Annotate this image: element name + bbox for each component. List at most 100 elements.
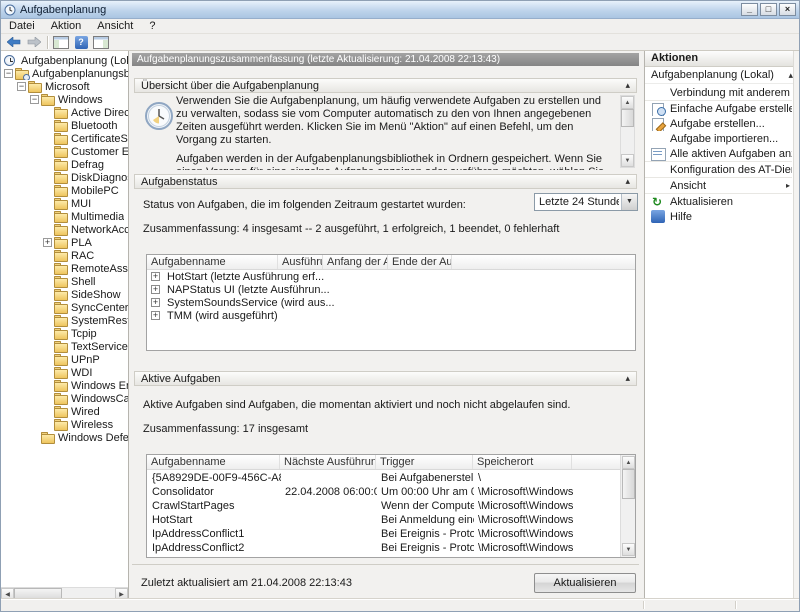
active-tasks-scrollbar[interactable]: ▲ ▼: [620, 455, 635, 557]
actions-group-header[interactable]: Aufgabenplanung (Lokal) ▴: [645, 67, 800, 84]
tree-item[interactable]: −Windows: [1, 93, 128, 106]
task-status-row[interactable]: +HotStart (letzte Ausführung erf...: [147, 270, 635, 283]
task-status-row[interactable]: +NAPStatus UI (letzte Ausführun...: [147, 283, 635, 296]
active-task-row[interactable]: CrawlStartPagesWenn der Computer ina...\…: [148, 499, 619, 513]
refresh-button[interactable]: Aktualisieren: [534, 573, 636, 593]
toolbar-help-button[interactable]: ?: [71, 35, 91, 50]
task-status-section-header[interactable]: Aufgabenstatus ▴: [134, 174, 637, 189]
period-dropdown[interactable]: Letzte 24 Stunden ▼: [534, 193, 638, 211]
active-task-row[interactable]: LPRemoveBei Leerlauf - Trigger ...\Micro…: [148, 555, 619, 556]
folder-icon: [54, 198, 68, 210]
tree-item[interactable]: Multimedia: [1, 210, 128, 223]
plus-expander-icon[interactable]: +: [43, 238, 52, 247]
minus-expander-icon[interactable]: −: [17, 82, 26, 91]
tree-item[interactable]: RemoteAssista: [1, 262, 128, 275]
action-pane-toggle-button[interactable]: [91, 35, 111, 50]
active-task-row[interactable]: HotStartBei Anmeldung eines Be...\Micros…: [148, 513, 619, 527]
tree-item[interactable]: Customer Expe: [1, 145, 128, 158]
overview-section-header[interactable]: Übersicht über die Aufgabenplanung ▴: [134, 78, 637, 93]
expand-row-icon[interactable]: +: [151, 311, 160, 320]
menu-datei[interactable]: Datei: [1, 19, 43, 34]
action-item[interactable]: Aufgabe importieren...: [645, 131, 792, 146]
tree-item[interactable]: Active Director: [1, 106, 128, 119]
action-item[interactable]: Verbindung mit anderem Comp...: [645, 85, 792, 101]
tree-item[interactable]: Windows Error: [1, 379, 128, 392]
action-item[interactable]: Aufgabe erstellen...: [645, 116, 792, 131]
tree-item[interactable]: RAC: [1, 249, 128, 262]
close-button[interactable]: ×: [779, 3, 796, 16]
menu-aktion[interactable]: Aktion: [43, 19, 90, 34]
tree-item[interactable]: TextServicesFra: [1, 340, 128, 353]
action-item[interactable]: Hilfe: [645, 209, 792, 224]
tree-item[interactable]: −Microsoft: [1, 80, 128, 93]
tree-item[interactable]: Wired: [1, 405, 128, 418]
action-item[interactable]: Alle aktiven Aufgaben anzeigen: [645, 146, 792, 162]
column-header[interactable]: Anfang der Au...: [323, 255, 388, 269]
collapse-icon[interactable]: ▴: [625, 177, 630, 186]
active-task-row[interactable]: IpAddressConflict1Bei Ereignis - Protoko…: [148, 527, 619, 541]
tree-item[interactable]: Shell: [1, 275, 128, 288]
tree-item[interactable]: MUI: [1, 197, 128, 210]
expand-row-icon[interactable]: +: [151, 285, 160, 294]
tree-item[interactable]: MobilePC: [1, 184, 128, 197]
active-tasks-section-header[interactable]: Aktive Aufgaben ▴: [134, 371, 637, 386]
tree-indent: [43, 212, 54, 221]
scroll-down-icon[interactable]: ▼: [622, 543, 635, 556]
tree-item[interactable]: Aufgabenplanung (Lokal): [1, 54, 128, 67]
maximize-button[interactable]: □: [760, 3, 777, 16]
expand-row-icon[interactable]: +: [151, 298, 160, 307]
collapse-icon[interactable]: ▴: [625, 81, 630, 90]
tree-item[interactable]: SyncCenter: [1, 301, 128, 314]
titlebar[interactable]: Aufgabenplanung _ □ ×: [1, 1, 799, 19]
minus-expander-icon[interactable]: −: [4, 69, 13, 78]
actions-scrollbar-track[interactable]: [793, 51, 800, 600]
tree-item[interactable]: Wireless: [1, 418, 128, 431]
tree-item[interactable]: Defrag: [1, 158, 128, 171]
expand-row-icon[interactable]: +: [151, 272, 160, 281]
scrollbar-thumb[interactable]: [621, 109, 634, 127]
scroll-up-icon[interactable]: ▲: [621, 96, 634, 109]
minimize-button[interactable]: _: [741, 3, 758, 16]
action-item[interactable]: Einfache Aufgabe erstellen...: [645, 101, 792, 116]
tree-item[interactable]: WDI: [1, 366, 128, 379]
task-status-row[interactable]: +SystemSoundsService (wird aus...: [147, 296, 635, 309]
back-button[interactable]: [4, 35, 24, 50]
tree-item[interactable]: −Aufgabenplanungsbibliothek: [1, 67, 128, 80]
tree-item[interactable]: Tcpip: [1, 327, 128, 340]
scroll-down-icon[interactable]: ▼: [621, 154, 634, 167]
overview-scrollbar[interactable]: ▲ ▼: [620, 95, 635, 168]
action-item[interactable]: Konfiguration des AT-Dienstko...: [645, 162, 792, 178]
column-header[interactable]: Aufgabenname: [147, 255, 278, 269]
task-status-row[interactable]: +TMM (wird ausgeführt): [147, 309, 635, 322]
active-task-row[interactable]: {5A8929DE-00F9-456C-A8AB-703E...Bei Aufg…: [148, 471, 619, 485]
tree-item[interactable]: +PLA: [1, 236, 128, 249]
console-tree-toggle-button[interactable]: [51, 35, 71, 50]
dropdown-arrow-icon[interactable]: ▼: [621, 194, 637, 210]
action-item[interactable]: Aktualisieren: [645, 194, 792, 209]
minus-expander-icon[interactable]: −: [30, 95, 39, 104]
column-header[interactable]: Aufgabenname: [147, 455, 280, 469]
column-header[interactable]: Ende der Ausf...: [388, 255, 452, 269]
column-header[interactable]: Trigger: [376, 455, 473, 469]
scroll-up-icon[interactable]: ▲: [622, 456, 635, 469]
tree-item[interactable]: UPnP: [1, 353, 128, 366]
tree-item[interactable]: Windows Defender: [1, 431, 128, 444]
forward-button[interactable]: [24, 35, 44, 50]
tree-item[interactable]: CertificateServ: [1, 132, 128, 145]
tree-item[interactable]: WindowsCaler: [1, 392, 128, 405]
menu-hilfe[interactable]: ?: [141, 19, 163, 34]
tree-item[interactable]: NetworkAcces: [1, 223, 128, 236]
tree-item[interactable]: SideShow: [1, 288, 128, 301]
action-item[interactable]: Ansicht▸: [645, 178, 792, 194]
column-header[interactable]: Speicherort: [473, 455, 572, 469]
active-task-row[interactable]: Consolidator22.04.2008 06:00:00Um 00:00 …: [148, 485, 619, 499]
menu-ansicht[interactable]: Ansicht: [89, 19, 141, 34]
collapse-icon[interactable]: ▴: [625, 374, 630, 383]
column-header[interactable]: Nächste Ausführungszeit: [280, 455, 376, 469]
tree-item[interactable]: SystemRestore: [1, 314, 128, 327]
scrollbar-thumb[interactable]: [622, 469, 635, 499]
tree-item[interactable]: Bluetooth: [1, 119, 128, 132]
column-header[interactable]: Ausführu...: [278, 255, 323, 269]
tree-item[interactable]: DiskDiagnostic: [1, 171, 128, 184]
active-task-row[interactable]: IpAddressConflict2Bei Ereignis - Protoko…: [148, 541, 619, 555]
